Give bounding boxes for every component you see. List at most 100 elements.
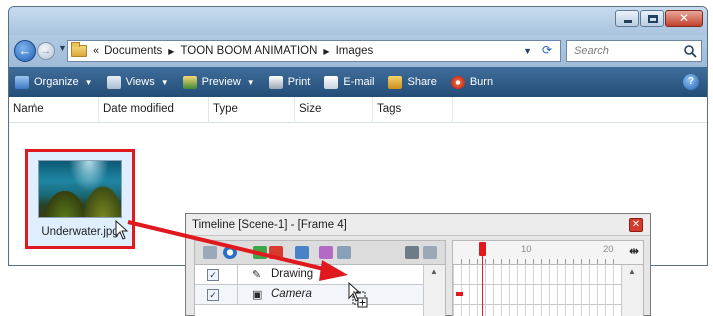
column-size[interactable]: Size [295, 97, 373, 123]
column-date-modified-label: Date modified [103, 103, 174, 115]
ruler-tick [517, 259, 518, 264]
breadcrumb-separator-icon[interactable]: ▶ [323, 47, 329, 56]
forward-button[interactable]: → [37, 42, 55, 60]
column-type-label: Type [213, 103, 238, 115]
layer-row-drawing[interactable]: ✓ ✎ Drawing [195, 265, 423, 285]
views-icon [106, 75, 121, 89]
ruler-tick [573, 259, 574, 264]
printer-icon [268, 75, 283, 89]
column-tags-label: Tags [377, 103, 402, 115]
sort-arrow-icon: ▲ [31, 102, 38, 109]
search-field[interactable]: Search [566, 40, 702, 62]
playhead-line [482, 256, 483, 316]
search-placeholder: Search [574, 45, 609, 57]
title-bar[interactable]: ✕ [9, 7, 707, 35]
chevron-down-icon: ▼ [84, 77, 93, 87]
layer-visible-checkbox[interactable]: ✓ [207, 269, 219, 281]
column-type[interactable]: Type [209, 97, 295, 123]
refresh-icon[interactable]: ⟳ [538, 43, 556, 59]
preview-icon [182, 75, 197, 89]
print-label: Print [287, 76, 311, 88]
chevron-down-icon: ▼ [246, 77, 255, 87]
layer-scrollbar[interactable]: ▲ [423, 265, 445, 316]
address-dropdown-icon[interactable]: ▼ [523, 46, 532, 56]
preview-button[interactable]: Preview ▼ [182, 75, 255, 89]
views-button[interactable]: Views ▼ [106, 75, 169, 89]
breadcrumb-separator-icon[interactable]: ▶ [168, 47, 174, 56]
playhead-handle[interactable] [479, 242, 486, 256]
timeline-panel: Timeline [Scene-1] - [Frame 4] ✕ ✓ ✎ Dra… [185, 213, 651, 316]
burn-button[interactable]: Burn [450, 75, 494, 89]
ruler-tick [525, 259, 526, 264]
email-icon [324, 75, 339, 89]
collapse-icon[interactable] [423, 246, 437, 259]
scroll-up-icon[interactable]: ▲ [430, 267, 438, 276]
command-bar: Organize ▼ Views ▼ Preview ▼ Print E-mai… [9, 67, 707, 97]
frame-row-camera[interactable] [453, 285, 621, 305]
drawing-layer-icon: ✎ [252, 269, 262, 281]
column-header: ▲ Name Date modified Type Size Tags [9, 97, 707, 123]
thumbnail-kelp [45, 191, 85, 217]
views-label: Views [125, 76, 155, 88]
breadcrumb-documents[interactable]: Documents [104, 45, 162, 57]
frame-grid: 10 20 ⇹ ▲ [452, 240, 644, 316]
add-drawing-layer-icon[interactable] [295, 246, 309, 259]
delete-layer-icon[interactable] [269, 246, 283, 259]
breadcrumb-toon-boom-animation[interactable]: TOON BOOM ANIMATION [180, 45, 317, 57]
add-layer-icon[interactable] [253, 246, 267, 259]
ruler-tick [541, 259, 542, 264]
frame-cells[interactable] [453, 265, 621, 316]
ruler-tick [597, 259, 598, 264]
thumbnail-kelp [83, 185, 121, 217]
layer-visible-checkbox[interactable]: ✓ [207, 289, 219, 301]
minimize-button[interactable] [615, 10, 639, 27]
ruler-tick [477, 259, 478, 264]
camera-layer-icon: ▣ [252, 289, 263, 301]
address-bar[interactable]: « Documents ▶ TOON BOOM ANIMATION ▶ Imag… [67, 40, 561, 62]
back-arrow-icon: ← [18, 43, 32, 58]
add-peg-icon[interactable] [319, 246, 333, 259]
maximize-button[interactable] [640, 10, 664, 27]
share-button[interactable]: Share [388, 75, 437, 89]
ruler-tick [469, 259, 470, 264]
ruler-tick [501, 259, 502, 264]
layer-row-camera[interactable]: ✓ ▣ Camera [195, 285, 423, 305]
recent-pages-dropdown[interactable]: ▼ [58, 43, 67, 53]
ruler-tick [589, 259, 590, 264]
ruler-tick [557, 259, 558, 264]
add-effect-icon[interactable] [337, 246, 351, 259]
ruler-tick [533, 259, 534, 264]
forward-arrow-icon: → [40, 45, 52, 57]
email-button[interactable]: E-mail [324, 75, 375, 89]
layer-properties-icon[interactable] [203, 246, 217, 259]
keyframe-marker[interactable] [456, 292, 463, 296]
help-icon[interactable]: ? [683, 74, 699, 90]
frame-scrollbar[interactable]: ▲ [621, 265, 643, 316]
breadcrumb-images[interactable]: Images [336, 45, 374, 57]
close-button[interactable]: ✕ [665, 10, 703, 27]
organize-button[interactable]: Organize ▼ [15, 75, 93, 89]
file-item-underwater[interactable]: Underwater.jpg [25, 149, 135, 249]
scroll-up-icon[interactable]: ▲ [628, 267, 636, 276]
column-tags[interactable]: Tags [373, 97, 453, 123]
ruler-tick [613, 259, 614, 264]
email-label: E-mail [343, 76, 375, 88]
ruler-tick [493, 259, 494, 264]
window-controls: ✕ [615, 10, 703, 27]
timeline-close-button[interactable]: ✕ [629, 218, 643, 232]
back-button[interactable]: ← [14, 40, 36, 62]
column-divider [237, 285, 238, 304]
search-icon[interactable] [683, 44, 697, 58]
layer-menu-icon[interactable] [405, 246, 419, 259]
timeline-title: Timeline [Scene-1] - [Frame 4] [186, 214, 650, 236]
column-date-modified[interactable]: Date modified [99, 97, 209, 123]
print-button[interactable]: Print [268, 75, 311, 89]
breadcrumb-overflow[interactable]: « [93, 45, 99, 57]
onion-skin-icon[interactable] [223, 246, 237, 259]
layer-toolbar [195, 241, 445, 265]
chevron-down-icon: ▼ [160, 77, 169, 87]
frame-row-drawing[interactable] [453, 265, 621, 285]
column-name[interactable]: ▲ Name [9, 97, 99, 123]
burn-label: Burn [469, 76, 494, 88]
fit-frames-icon[interactable]: ⇹ [629, 244, 639, 258]
